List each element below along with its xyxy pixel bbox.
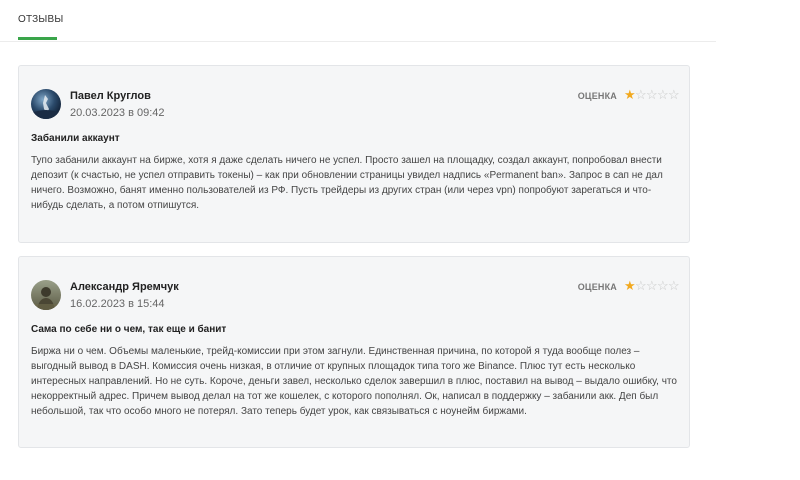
avatar (31, 280, 61, 310)
star-filled-icon: ★ (624, 87, 636, 102)
review-date: 16.02.2023 в 15:44 (70, 298, 165, 310)
tab-reviews[interactable]: ОТЗЫВЫ (18, 14, 63, 25)
star-empty-icon: ☆ (668, 87, 680, 102)
review-author[interactable]: Александр Яремчук (70, 281, 179, 293)
rating-stars: ★ ☆ ☆ ☆ ☆ (624, 278, 680, 293)
review-card: Павел Круглов 20.03.2023 в 09:42 ОЦЕНКА … (18, 65, 690, 243)
avatar (31, 89, 61, 119)
tabs-bar: ОТЗЫВЫ (0, 0, 716, 42)
star-empty-icon: ☆ (657, 87, 669, 102)
review-card: Александр Яремчук 16.02.2023 в 15:44 ОЦЕ… (18, 256, 690, 448)
star-empty-icon: ☆ (635, 87, 647, 102)
star-empty-icon: ☆ (657, 278, 669, 293)
star-empty-icon: ☆ (646, 278, 658, 293)
star-filled-icon: ★ (624, 278, 636, 293)
review-author[interactable]: Павел Круглов (70, 90, 151, 102)
review-title: Забанили аккаунт (31, 133, 120, 144)
review-date: 20.03.2023 в 09:42 (70, 107, 165, 119)
star-empty-icon: ☆ (668, 278, 680, 293)
star-empty-icon: ☆ (635, 278, 647, 293)
rating-label: ОЦЕНКА (577, 282, 617, 292)
avatar-image (31, 89, 61, 119)
star-empty-icon: ☆ (646, 87, 658, 102)
tab-active-underline (18, 37, 57, 40)
avatar-image (31, 280, 61, 310)
rating-stars: ★ ☆ ☆ ☆ ☆ (624, 87, 680, 102)
review-text: Биржа ни о чем. Объемы маленькие, трейд-… (31, 346, 677, 417)
review-text: Тупо забанили аккаунт на бирже, хотя я д… (31, 155, 663, 211)
rating-label: ОЦЕНКА (577, 91, 617, 101)
review-title: Сама по себе ни о чем, так еще и банит (31, 324, 227, 335)
